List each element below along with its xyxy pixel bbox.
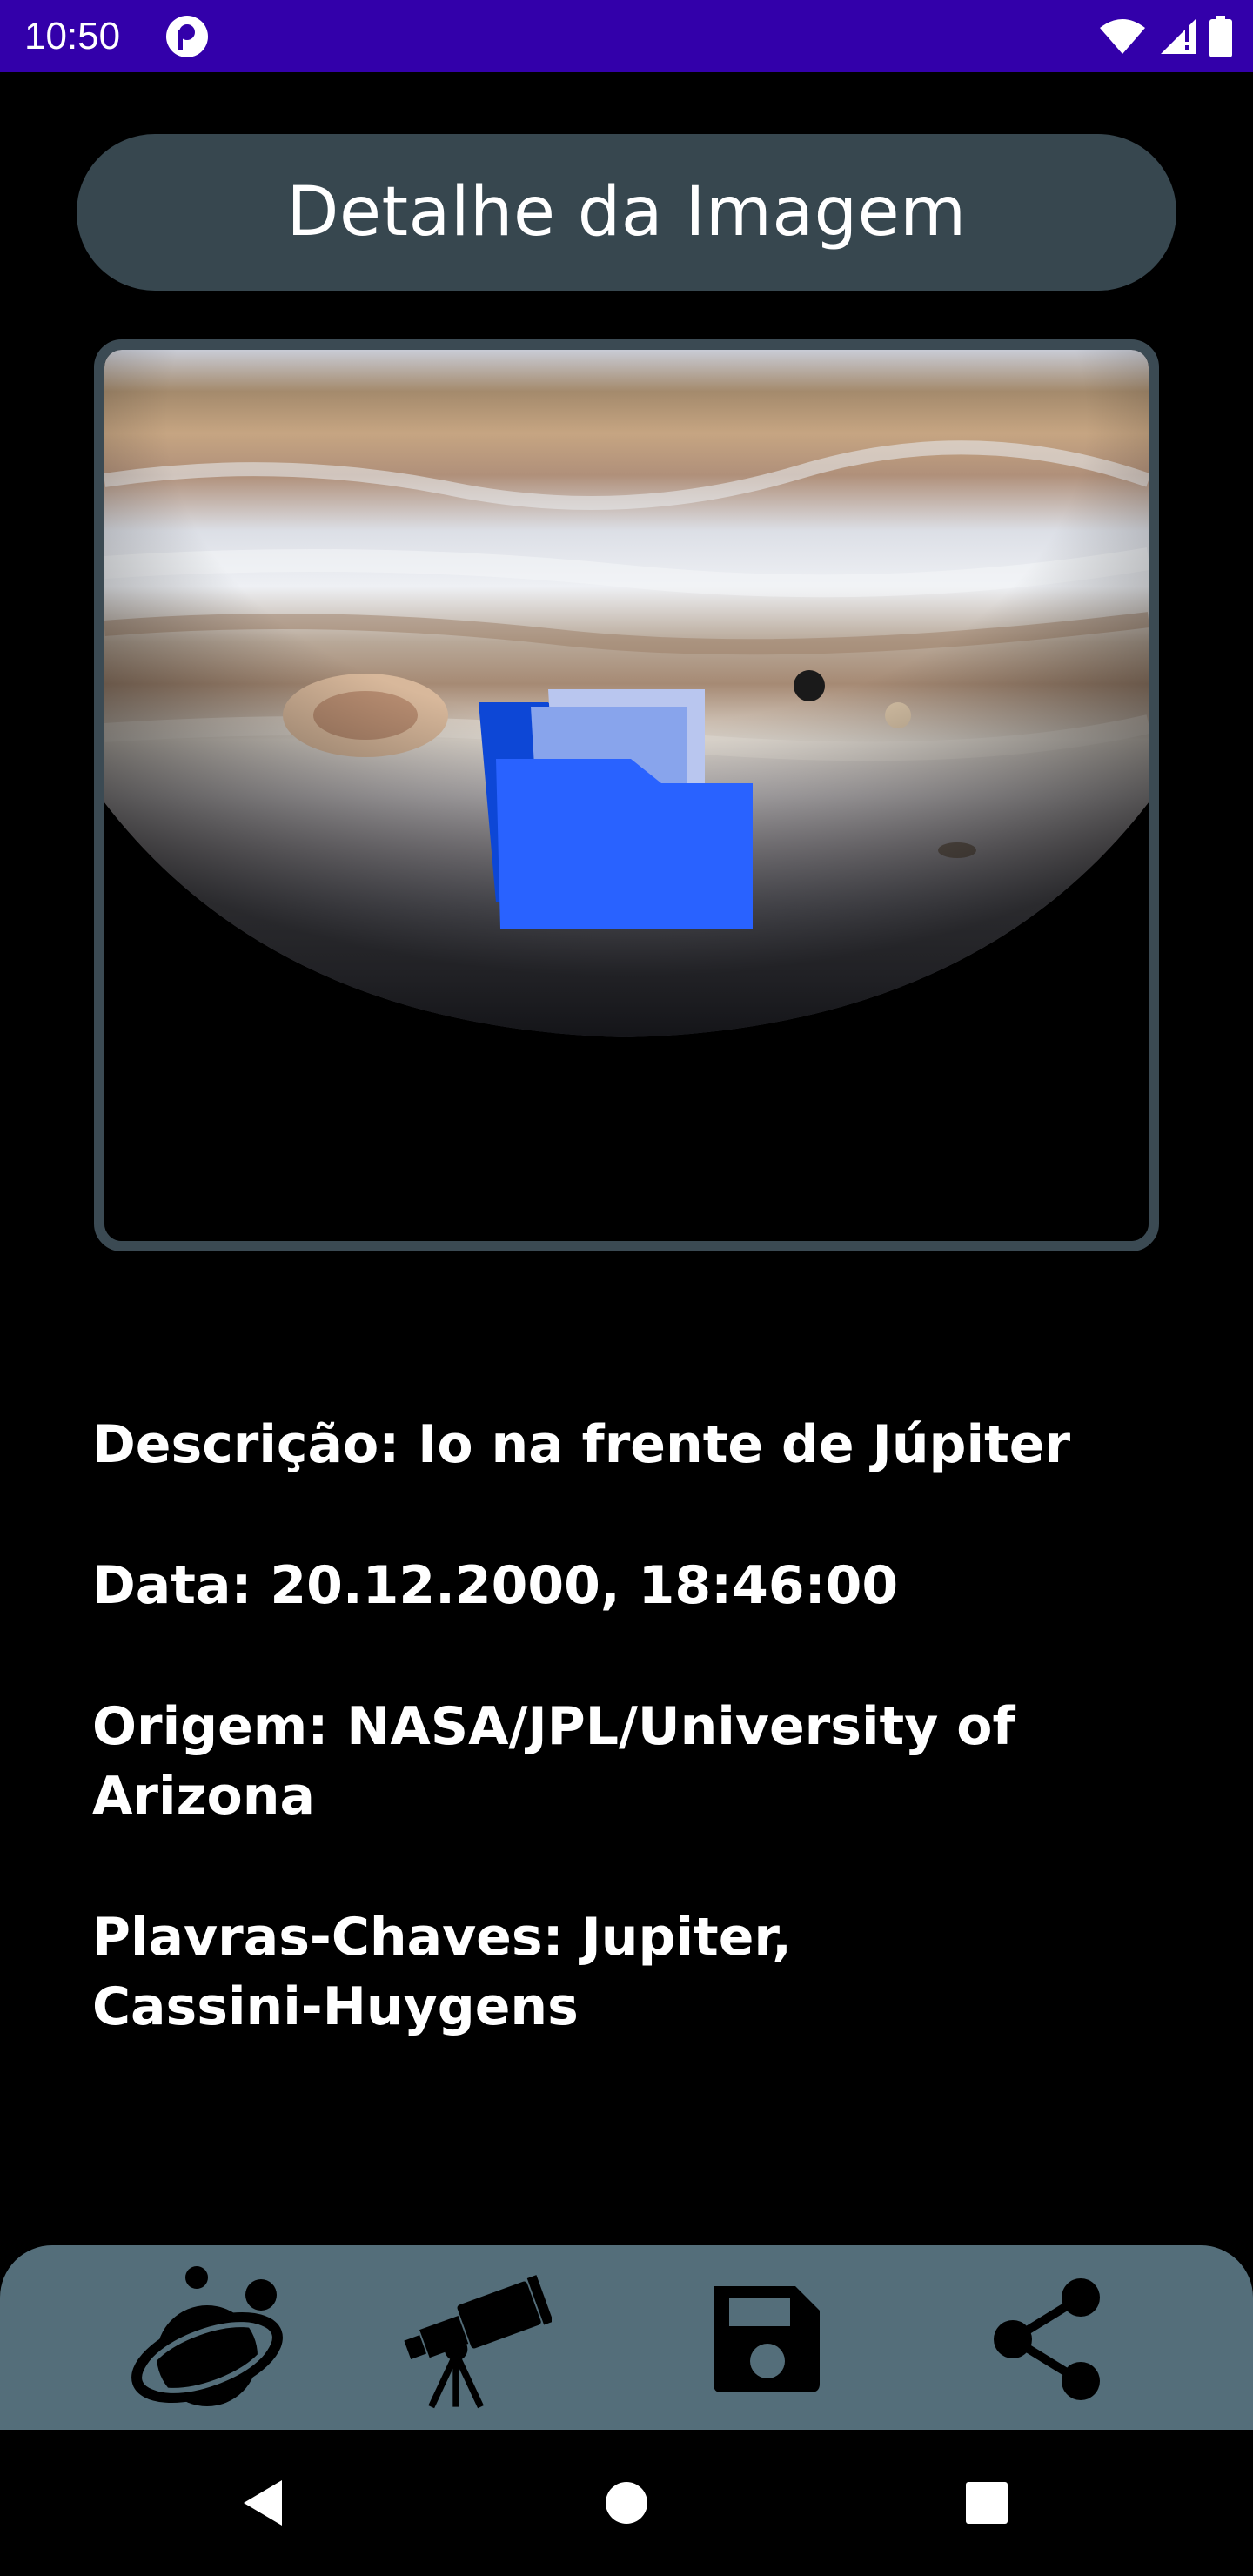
jupiter-image	[104, 350, 1149, 1241]
signal-icon	[1161, 19, 1196, 54]
page-title: Detalhe da Imagem	[286, 173, 967, 252]
app-badge-icon	[165, 15, 209, 58]
back-button[interactable]	[228, 2468, 298, 2538]
save-button[interactable]	[687, 2264, 844, 2412]
home-button[interactable]	[592, 2468, 661, 2538]
image-details: Descrição: Io na frente de Júpiter Data:…	[92, 1410, 1171, 2113]
home-icon	[606, 2482, 647, 2524]
status-time: 10:50	[24, 15, 121, 57]
telescope-button[interactable]	[395, 2264, 552, 2412]
origin-line-1: Origem: NASA/JPL/University of	[92, 1696, 1015, 1757]
title-pill: Detalhe da Imagem	[77, 134, 1176, 291]
planet-icon	[131, 2266, 283, 2406]
battery-icon	[1209, 16, 1232, 57]
planet-button[interactable]	[127, 2264, 284, 2412]
description-text: Descrição: Io na frente de Júpiter	[92, 1414, 1071, 1475]
keywords-text: Plavras-Chaves: Jupiter, Cassini-Huygens	[92, 1902, 1171, 2042]
image-frame[interactable]	[94, 339, 1159, 1251]
recents-button[interactable]	[952, 2468, 1022, 2538]
status-icons	[1098, 16, 1232, 57]
date-text: Data: 20.12.2000, 18:46:00	[92, 1555, 899, 1616]
system-navigation-bar	[0, 2430, 1253, 2576]
bottom-navigation	[0, 2245, 1253, 2430]
telescope-icon	[404, 2275, 552, 2409]
origin-text: Origem: NASA/JPL/University of Arizona	[92, 1692, 1171, 1831]
origin-line-2: Arizona	[92, 1766, 315, 1827]
keywords-line-1: Plavras-Chaves: Jupiter,	[92, 1907, 792, 1968]
save-icon	[714, 2286, 820, 2392]
keywords-line-2: Cassini-Huygens	[92, 1976, 579, 2037]
back-icon	[244, 2480, 282, 2526]
recents-icon	[966, 2482, 1008, 2524]
status-bar: 10:50	[0, 0, 1253, 72]
share-icon	[994, 2278, 1100, 2400]
share-button[interactable]	[969, 2264, 1126, 2412]
wifi-icon	[1100, 19, 1145, 54]
